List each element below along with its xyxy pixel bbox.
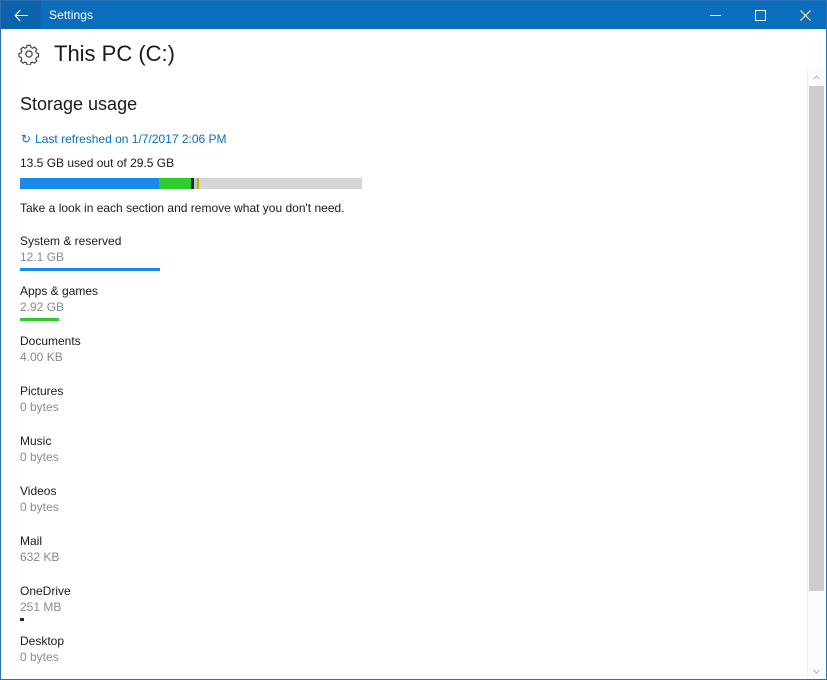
- scroll-down-arrow-icon: [813, 669, 820, 674]
- storage-category-item[interactable]: OneDrive 251 MB: [20, 584, 811, 634]
- close-button[interactable]: [783, 1, 826, 29]
- category-usage-bar: [20, 318, 59, 321]
- category-name: System & reserved: [20, 234, 122, 248]
- category-usage-bar: [20, 618, 24, 621]
- storage-category-item[interactable]: Documents 4.00 KB: [20, 334, 811, 384]
- scroll-down-button[interactable]: [808, 663, 825, 679]
- category-name: Music: [20, 434, 52, 448]
- scroll-up-arrow-icon: [813, 75, 820, 80]
- page-header: This PC (C:): [1, 29, 826, 74]
- storage-usage-panel: Storage usage ↻ Last refreshed on 1/7/20…: [1, 74, 811, 679]
- category-size: 632 KB: [20, 550, 60, 564]
- page-title: This PC (C:): [54, 40, 175, 66]
- last-refreshed-text: Last refreshed on 1/7/2017 2:06 PM: [35, 132, 227, 146]
- category-name: Mail: [20, 534, 43, 548]
- window-controls: [693, 1, 826, 29]
- category-name: Pictures: [20, 384, 64, 398]
- category-name: Documents: [20, 334, 81, 348]
- category-size: 0 bytes: [20, 400, 59, 414]
- storage-category-item[interactable]: Desktop 0 bytes: [20, 634, 811, 679]
- category-size: 2.92 GB: [20, 300, 65, 314]
- category-size: 4.00 KB: [20, 350, 63, 364]
- category-name: Desktop: [20, 634, 65, 648]
- category-size: 12.1 GB: [20, 250, 65, 264]
- category-size: 0 bytes: [20, 500, 59, 514]
- hint-text: Take a look in each section and remove w…: [20, 201, 345, 215]
- last-refreshed-link[interactable]: ↻ Last refreshed on 1/7/2017 2:06 PM: [20, 132, 227, 146]
- vertical-scrollbar[interactable]: [807, 69, 825, 679]
- overall-usage-bar: [20, 178, 362, 189]
- category-usage-bar: [20, 268, 160, 271]
- back-arrow-icon: [13, 9, 28, 21]
- category-name: OneDrive: [20, 584, 71, 598]
- scroll-up-button[interactable]: [808, 69, 825, 86]
- refresh-icon: ↻: [21, 132, 32, 146]
- app-title: Settings: [49, 8, 94, 22]
- category-size: 251 MB: [20, 600, 62, 614]
- category-name: Videos: [20, 484, 57, 498]
- back-button[interactable]: [1, 1, 41, 29]
- usage-segment-system-reserved: [20, 178, 159, 189]
- category-size: 0 bytes: [20, 650, 59, 664]
- storage-category-item[interactable]: Mail 632 KB: [20, 534, 811, 584]
- close-icon: [800, 9, 811, 21]
- minimize-icon: [710, 14, 721, 16]
- gear-icon: [18, 44, 40, 65]
- maximize-icon: [755, 9, 766, 21]
- usage-segment-apps-games: [159, 178, 191, 189]
- storage-category-item[interactable]: System & reserved 12.1 GB: [20, 234, 811, 284]
- settings-window: Settings This PC (C:) Storage usage ↻ La…: [0, 0, 827, 680]
- storage-category-item[interactable]: Videos 0 bytes: [20, 484, 811, 534]
- category-name: Apps & games: [20, 284, 99, 298]
- storage-category-list: System & reserved 12.1 GB Apps & games 2.92…: [20, 234, 811, 679]
- minimize-button[interactable]: [693, 1, 738, 29]
- scroll-thumb[interactable]: [809, 86, 824, 591]
- maximize-button[interactable]: [738, 1, 783, 29]
- section-title: Storage usage: [20, 94, 138, 114]
- storage-category-item[interactable]: Pictures 0 bytes: [20, 384, 811, 434]
- usage-summary: 13.5 GB used out of 29.5 GB: [20, 156, 175, 170]
- category-size: 0 bytes: [20, 450, 59, 464]
- title-bar: Settings: [1, 1, 826, 29]
- usage-segment-mail: [197, 178, 199, 189]
- storage-category-item[interactable]: Apps & games 2.92 GB: [20, 284, 811, 334]
- storage-category-item[interactable]: Music 0 bytes: [20, 434, 811, 484]
